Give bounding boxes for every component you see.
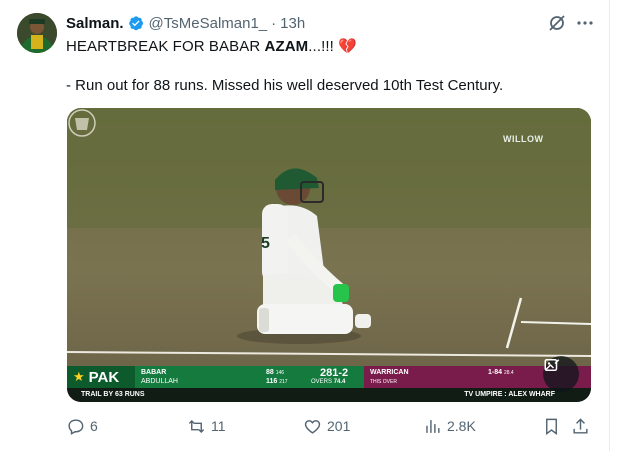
batter1-runs: 88	[266, 369, 274, 376]
team-name: PAK	[88, 368, 120, 386]
overs-value: 74.4	[333, 379, 346, 385]
share-button[interactable]	[571, 414, 590, 438]
image-edit-button[interactable]	[543, 356, 579, 392]
post-text-line1: HEARTBREAK FOR BABAR AZAM...!!! 💔	[66, 37, 357, 55]
overs-readout: OVERS 74.4	[311, 379, 345, 385]
team-total: 281-2	[320, 367, 349, 379]
batter2-name: ABDULLAH	[141, 378, 178, 385]
star-icon: ★	[73, 369, 85, 384]
avatar[interactable]	[17, 13, 57, 53]
display-name[interactable]: Salman.	[66, 15, 124, 32]
bookmark-icon	[546, 418, 557, 435]
bowler-figures-value: 1-84	[488, 369, 503, 376]
scoreboard-top: ★ PAK BABAR ABDULLAH 88 146 116 217 281-…	[67, 366, 591, 388]
batter2-runs: 116	[266, 378, 278, 385]
tv-umpire-text: TV UMPIRE : ALEX WHARF	[464, 391, 555, 398]
post-media-image[interactable]: 5 WILLOW ★ PAK BABAR ABDULLAH 88 146 116…	[67, 108, 591, 402]
image-edit-icon	[544, 359, 560, 371]
scoreboard-bottom: TRAIL BY 63 RUNS TV UMPIRE : ALEX WHARF	[67, 388, 591, 402]
scoreboard-overlay: ★ PAK BABAR ABDULLAH 88 146 116 217 281-…	[67, 366, 591, 402]
batter2-score: 116 217	[266, 378, 288, 385]
bookmark-button[interactable]	[542, 414, 561, 438]
cricket-scene: 5	[67, 108, 591, 402]
trail-text: TRAIL BY 63 RUNS	[81, 391, 145, 398]
team-crest-icon	[68, 109, 96, 137]
like-count: 201	[327, 418, 351, 434]
overs-label: OVERS	[311, 379, 333, 385]
batter1-balls: 146	[275, 370, 285, 376]
this-over-label: THIS OVER	[370, 379, 397, 385]
grok-icon[interactable]	[547, 13, 567, 33]
bowler-name: WARRICAN	[370, 369, 409, 376]
batting-panel: BABAR ABDULLAH 88 146 116 217 281-2 OVER…	[135, 366, 364, 388]
views-button[interactable]: 2.8K	[423, 414, 476, 438]
channel-watermark: WILLOW	[503, 134, 544, 144]
reply-button[interactable]: 6	[66, 414, 98, 438]
handle[interactable]: @TsMeSalman1_	[149, 15, 268, 32]
reply-count: 6	[90, 418, 98, 434]
post-text-prefix: HEARTBREAK FOR BABAR	[66, 38, 265, 55]
svg-text:5: 5	[261, 235, 270, 252]
bowler-figures: 1-84 28.4	[488, 369, 514, 376]
verified-badge-icon	[128, 15, 144, 31]
team-tag: ★ PAK	[67, 366, 135, 388]
reply-icon	[68, 418, 84, 435]
like-button[interactable]: 201	[303, 414, 350, 438]
action-bar: 6 11 201 2.8K	[66, 414, 596, 438]
more-options-icon[interactable]	[575, 13, 595, 33]
post-header: Salman. @TsMeSalman1_ · 13h	[66, 13, 305, 33]
repost-button[interactable]: 11	[187, 414, 226, 438]
batter2-balls: 217	[279, 379, 288, 385]
post-text-bold: AZAM	[264, 38, 309, 55]
views-count: 2.8K	[447, 418, 476, 434]
bowler-overs: 28.4	[503, 370, 514, 376]
batter1-name: BABAR	[141, 369, 167, 376]
post-text-line2: - Run out for 88 runs. Missed his well d…	[66, 77, 504, 94]
repost-count: 11	[211, 418, 226, 434]
share-icon	[573, 417, 588, 434]
timestamp[interactable]: 13h	[280, 15, 305, 32]
batter1-score: 88 146	[266, 369, 284, 376]
views-icon	[426, 419, 440, 433]
repost-icon	[188, 419, 205, 433]
heart-icon	[304, 419, 321, 434]
separator: ·	[271, 14, 277, 32]
post-text-suffix: ...!!! 💔	[308, 38, 357, 55]
